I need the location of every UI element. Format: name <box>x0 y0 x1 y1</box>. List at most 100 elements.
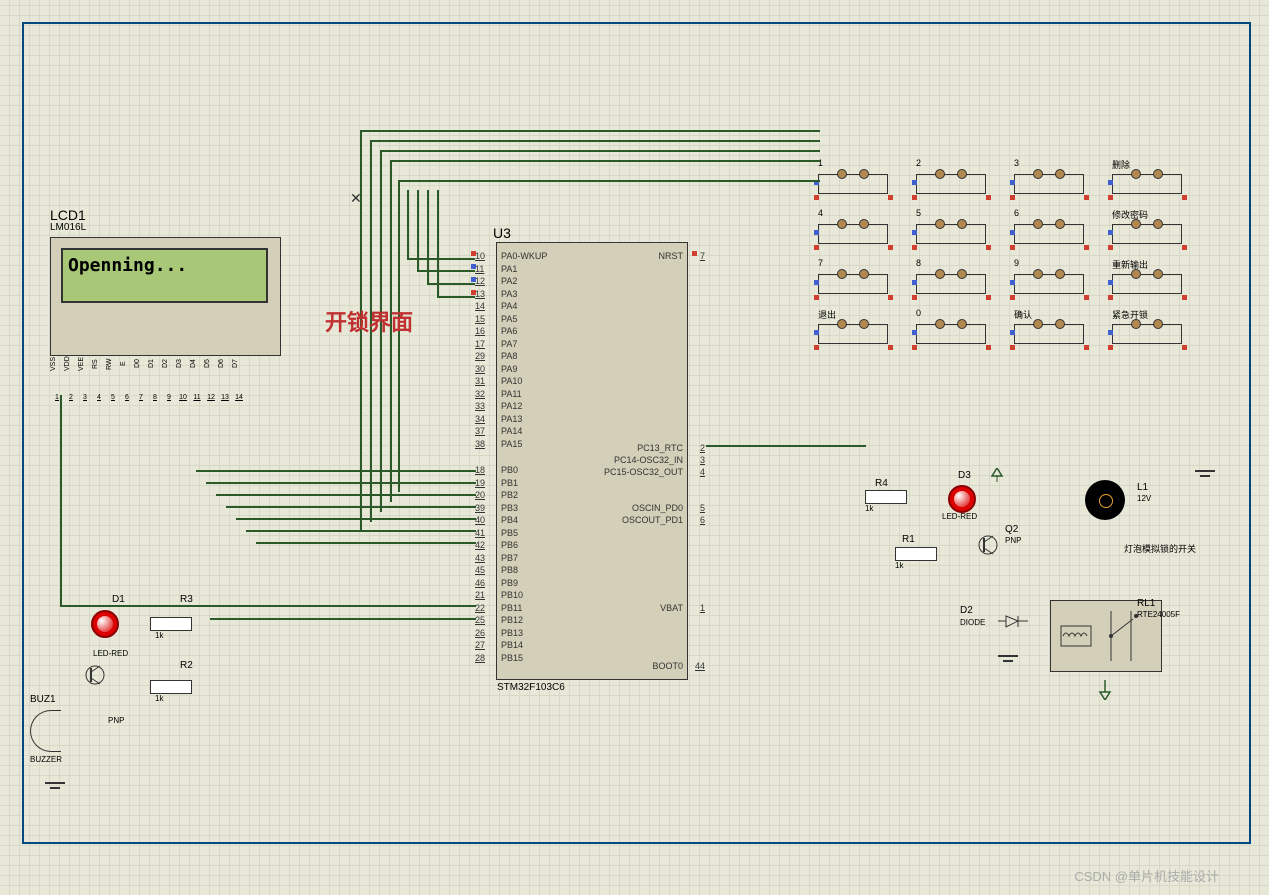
pinnum-pb3: 39 <box>475 503 485 513</box>
lcd-part: LM016L <box>50 222 86 233</box>
keypad-key-3[interactable]: 3 <box>1006 160 1091 200</box>
pinnum-pc0: 2 <box>700 443 705 453</box>
lcd-pin-label: D7 <box>232 354 239 374</box>
pin-marker <box>471 290 476 295</box>
pinnum-pa9: 30 <box>475 364 485 374</box>
lcd-pin-label: VEE <box>78 354 85 374</box>
schematic-canvas[interactable]: LCD1 LM016L Openning... VSS1VDD2VEE3RS4R… <box>0 0 1269 895</box>
q2-ref: Q2 <box>1005 524 1018 535</box>
pin-pb7: PB7 <box>501 553 518 563</box>
wire <box>437 190 439 298</box>
pin-pa13: PA13 <box>501 414 522 424</box>
wire <box>256 542 476 544</box>
lamp-component[interactable] <box>1085 480 1125 520</box>
resistor-r4[interactable] <box>865 490 907 504</box>
keypad-key-5[interactable]: 5 <box>908 210 993 250</box>
wire <box>246 530 476 532</box>
r3-val: 1k <box>155 631 163 640</box>
rl1-part: RTE24005F <box>1137 610 1180 619</box>
keypad-key-9[interactable]: 9 <box>1006 260 1091 300</box>
key-label: 确认 <box>1014 308 1032 321</box>
keypad-key-7[interactable]: 7 <box>810 260 895 300</box>
gnd-icon <box>998 655 1018 670</box>
keypad-key-6[interactable]: 6 <box>1006 210 1091 250</box>
pinnum-pb9: 46 <box>475 578 485 588</box>
pinnum-pa10: 31 <box>475 376 485 386</box>
pin-pa12: PA12 <box>501 401 522 411</box>
push-button-icon <box>1112 274 1182 294</box>
led-d1[interactable] <box>91 610 119 638</box>
wire <box>236 518 476 520</box>
wire <box>427 283 475 285</box>
pinnum-pc2: 4 <box>700 467 705 477</box>
pinnum-pb5: 41 <box>475 528 485 538</box>
power-arrow-icon <box>1095 680 1115 700</box>
lcd-pin-label: D6 <box>218 354 225 374</box>
keypad-key-紧急开锁[interactable]: 紧急开锁 <box>1104 310 1189 350</box>
d1-part: LED-RED <box>93 649 128 658</box>
wire <box>706 445 866 447</box>
key-label: 3 <box>1014 158 1019 168</box>
resistor-r1[interactable] <box>895 547 937 561</box>
lcd-screen: Openning... <box>61 248 268 303</box>
pin-boot0: BOOT0 <box>652 661 683 671</box>
lcd-pin-label: E <box>120 354 127 374</box>
pinnum-pa2: 12 <box>475 276 485 286</box>
lcd-pin-num: 7 <box>134 394 148 401</box>
pinnum-vbat: 1 <box>700 603 705 613</box>
push-button-icon <box>818 274 888 294</box>
pin-pb0: PB0 <box>501 465 518 475</box>
keypad-matrix: 1 2 3 删除 456 修改密码 789 重新输出退出 0 确认 紧急开锁 <box>810 160 1220 380</box>
wire <box>398 180 820 182</box>
keypad-key-重新输出[interactable]: 重新输出 <box>1104 260 1189 300</box>
wire <box>210 618 476 620</box>
lcd-pin-label: RW <box>106 354 113 374</box>
resistor-r3[interactable] <box>150 617 192 631</box>
d2-ref: D2 <box>960 605 973 616</box>
pinnum-pa15: 38 <box>475 439 485 449</box>
transistor-q1[interactable] <box>85 660 105 690</box>
pinnum-pb14: 27 <box>475 640 485 650</box>
keypad-key-2[interactable]: 2 <box>908 160 993 200</box>
pin-pa0: PA0-WKUP <box>501 251 547 261</box>
push-button-icon <box>1014 224 1084 244</box>
pin-pa9: PA9 <box>501 364 517 374</box>
pin-pb15: PB15 <box>501 653 523 663</box>
pin-pa2: PA2 <box>501 276 517 286</box>
keypad-key-0[interactable]: 0 <box>908 310 993 350</box>
keypad-key-修改密码[interactable]: 修改密码 <box>1104 210 1189 250</box>
pin-pa15: PA15 <box>501 439 522 449</box>
push-button-icon <box>1014 174 1084 194</box>
lcd-component[interactable]: Openning... <box>50 237 281 356</box>
pinnum-pb1: 19 <box>475 478 485 488</box>
pin-osc1: OSCOUT_PD1 <box>622 515 683 525</box>
pin-pa6: PA6 <box>501 326 517 336</box>
keypad-key-删除[interactable]: 删除 <box>1104 160 1189 200</box>
resistor-r2[interactable] <box>150 680 192 694</box>
gnd-icon <box>1195 470 1215 485</box>
diode-d2[interactable] <box>998 614 1028 629</box>
pin-pa3: PA3 <box>501 289 517 299</box>
lcd-pin-label: RS <box>92 354 99 374</box>
pin-osc0: OSCIN_PD0 <box>632 503 683 513</box>
q2-part: PNP <box>1005 536 1021 545</box>
transistor-q2[interactable] <box>978 530 998 560</box>
lcd-pin-num: 6 <box>120 394 134 401</box>
pin-pa5: PA5 <box>501 314 517 324</box>
led-d3[interactable] <box>948 485 976 513</box>
keypad-key-确认[interactable]: 确认 <box>1006 310 1091 350</box>
keypad-key-4[interactable]: 4 <box>810 210 895 250</box>
lcd-pin-label: D4 <box>190 354 197 374</box>
pinnum-pb0: 18 <box>475 465 485 475</box>
pin-pb4: PB4 <box>501 515 518 525</box>
key-label: 修改密码 <box>1112 208 1148 221</box>
keypad-key-退出[interactable]: 退出 <box>810 310 895 350</box>
push-button-icon <box>1014 274 1084 294</box>
mcu-chip[interactable]: U3 STM32F103C6 NRST 7 PA0-WKUP10PA111PA2… <box>496 242 688 680</box>
pin-pa8: PA8 <box>501 351 517 361</box>
keypad-key-8[interactable]: 8 <box>908 260 993 300</box>
key-label: 2 <box>916 158 921 168</box>
keypad-key-1[interactable]: 1 <box>810 160 895 200</box>
gnd-icon <box>45 782 65 797</box>
push-button-icon <box>916 174 986 194</box>
